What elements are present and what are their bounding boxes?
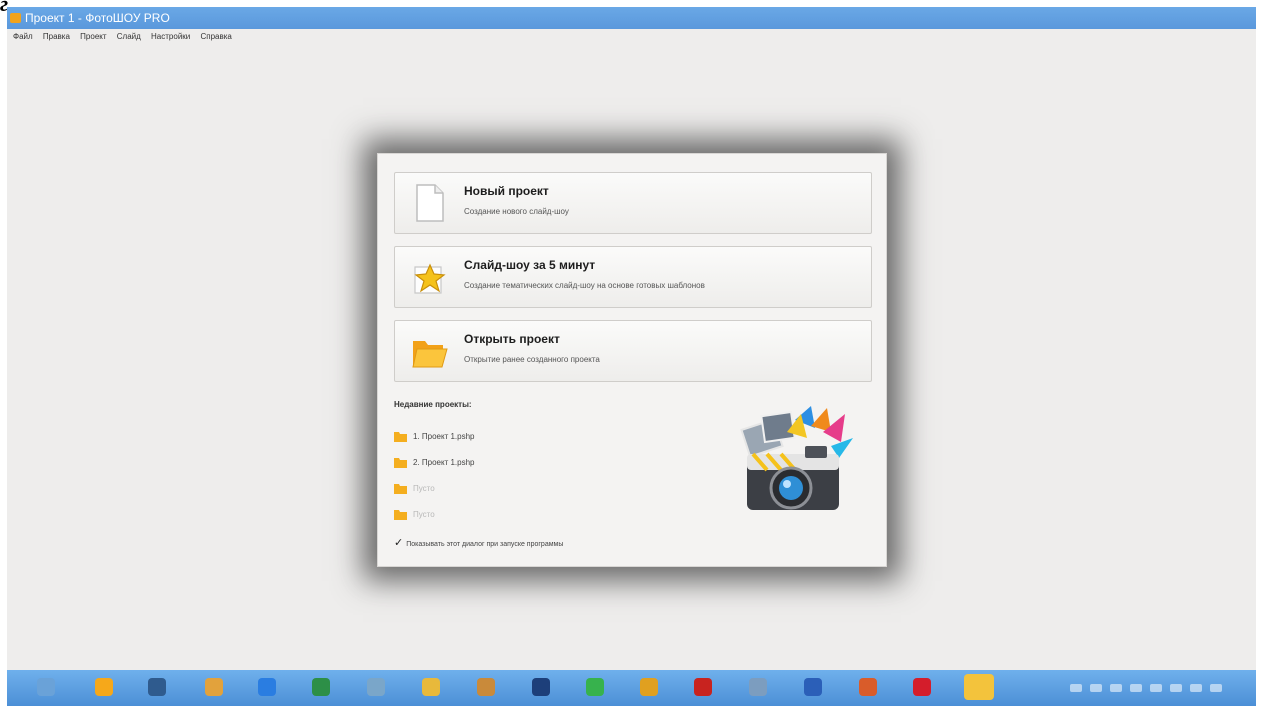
puzzle-icon[interactable] [205, 678, 223, 696]
recent-project-label: 1. Проект 1.pshp [413, 432, 475, 441]
new-project-title: Новый проект [464, 184, 549, 198]
start-dialog: Новый проект Создание нового слайд-шоу С… [377, 153, 887, 567]
recent-project-item[interactable]: 2. Проект 1.pshp [394, 455, 475, 471]
pdf-icon[interactable] [694, 678, 712, 696]
recent-projects-heading: Недавние проекты: [394, 400, 472, 409]
excel-icon[interactable] [312, 678, 330, 696]
recent-project-label: Пусто [413, 510, 435, 519]
folder-icon [394, 431, 407, 442]
start-orb-icon[interactable] [37, 678, 55, 696]
recent-project-item[interactable]: 1. Проект 1.pshp [394, 429, 475, 445]
folder-icon [394, 483, 407, 494]
five-minute-slideshow-button[interactable]: Слайд-шоу за 5 минут Создание тематическ… [394, 246, 872, 308]
new-project-button[interactable]: Новый проект Создание нового слайд-шоу [394, 172, 872, 234]
headset-icon[interactable] [532, 678, 550, 696]
tool-icon[interactable] [477, 678, 495, 696]
app-icon [10, 13, 21, 23]
folder-icon [394, 509, 407, 520]
menu-bar: Файл Правка Проект Слайд Настройки Справ… [7, 29, 1256, 45]
chrome-icon[interactable] [640, 678, 658, 696]
open-project-desc: Открытие ранее созданного проекта [464, 355, 600, 364]
star-icon [414, 263, 446, 294]
word-icon[interactable] [804, 678, 822, 696]
recent-project-label: 2. Проект 1.pshp [413, 458, 475, 467]
menu-edit[interactable]: Правка [43, 29, 70, 45]
title-bar[interactable]: Проект 1 - ФотоШОУ PRO [7, 7, 1256, 29]
app-window: Проект 1 - ФотоШОУ PRO Файл Правка Проек… [7, 7, 1256, 670]
open-project-button[interactable]: Открыть проект Открытие ранее созданного… [394, 320, 872, 382]
checkmark-icon: ✓ [394, 537, 404, 549]
recent-project-label: Пусто [413, 484, 435, 493]
recent-project-empty: Пусто [394, 481, 435, 497]
blank-document-icon [416, 184, 444, 222]
system-tray[interactable] [1066, 680, 1246, 696]
show-on-startup-checkbox[interactable]: ✓ Показывать этот диалог при запуске прог… [394, 536, 563, 549]
open-folder-icon [412, 341, 448, 368]
network-icon[interactable] [367, 678, 385, 696]
recent-project-empty: Пусто [394, 507, 435, 523]
five-minute-title: Слайд-шоу за 5 минут [464, 258, 596, 272]
smiley-icon[interactable] [422, 678, 440, 696]
folder-icon [394, 457, 407, 468]
plane-icon[interactable] [148, 678, 166, 696]
camera-photos-illustration [740, 406, 853, 510]
window-title: Проект 1 - ФотоШОУ PRO [25, 11, 170, 25]
show-on-startup-label: Показывать этот диалог при запуске прогр… [406, 541, 564, 548]
menu-settings[interactable]: Настройки [151, 29, 190, 45]
menu-slide[interactable]: Слайд [117, 29, 141, 45]
opera-icon[interactable] [913, 678, 931, 696]
photo-app-icon[interactable] [859, 678, 877, 696]
taskbar [7, 670, 1256, 706]
files-icon[interactable] [749, 678, 767, 696]
menu-help[interactable]: Справка [201, 29, 232, 45]
menu-project[interactable]: Проект [80, 29, 106, 45]
new-project-desc: Создание нового слайд-шоу [464, 207, 569, 216]
a-app-icon[interactable] [586, 678, 604, 696]
internet-explorer-icon[interactable] [258, 678, 276, 696]
five-minute-desc: Создание тематических слайд-шоу на основ… [464, 281, 705, 290]
paint-icon[interactable] [95, 678, 113, 696]
menu-file[interactable]: Файл [13, 29, 33, 45]
fotoshow-icon[interactable] [964, 674, 994, 700]
open-project-title: Открыть проект [464, 332, 560, 346]
